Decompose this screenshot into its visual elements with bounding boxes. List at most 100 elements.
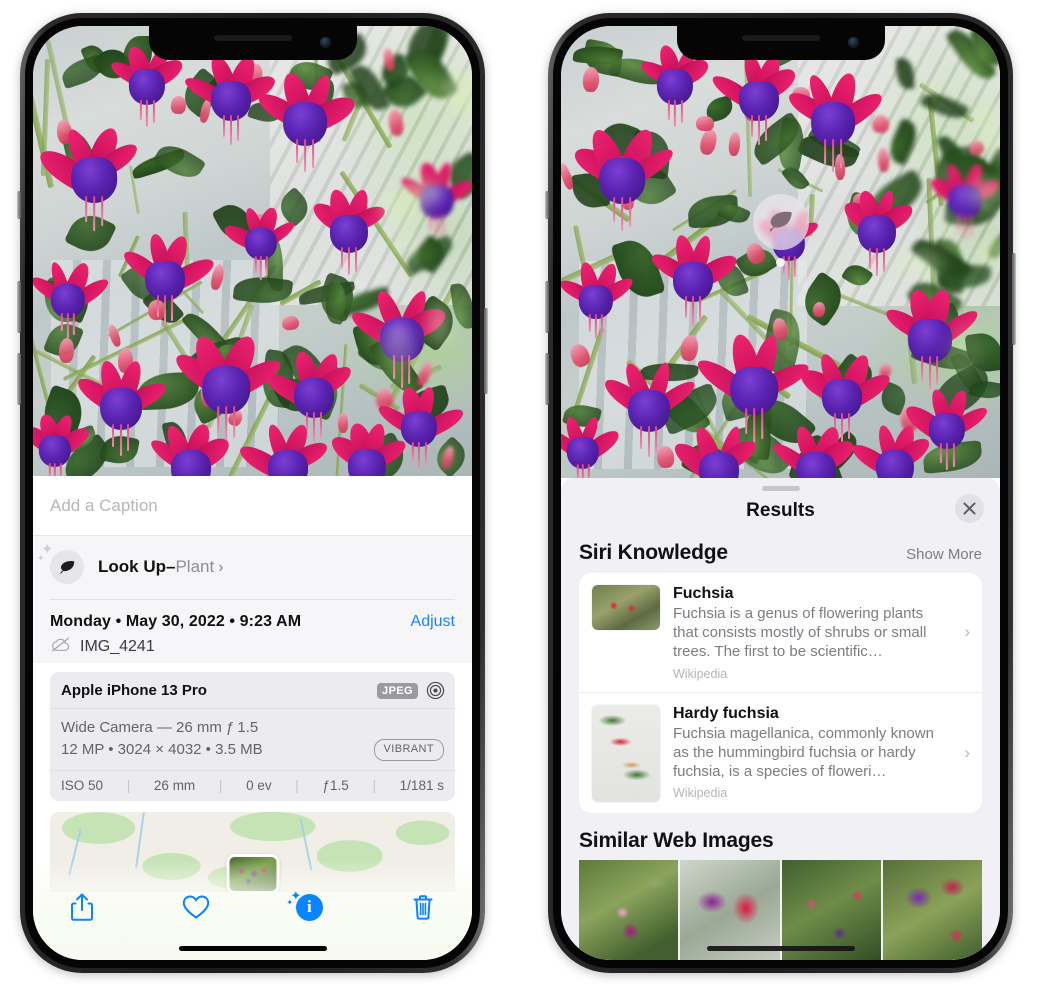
fuchsia-web-image-3[interactable] [781,859,881,960]
earpiece-speaker [741,35,820,41]
visual-look-up-badge[interactable] [752,194,809,267]
power-button[interactable] [484,308,488,394]
display-notch [148,26,357,60]
bloom-stamens [163,295,166,325]
bloom-stamens [581,464,584,478]
bloom-stamens [595,313,598,340]
visual-look-up-anchor-dot [776,258,785,267]
photo-filename: IMG_4241 [80,638,155,655]
camera-info-card[interactable]: Apple iPhone 13 Pro JPEG Wide Camera — 2… [50,672,455,801]
results-title: Results [746,500,815,521]
bloom-stamens [229,115,232,145]
bloom-stamens [435,213,438,240]
bloom-stamens [348,246,351,276]
silent-switch[interactable] [17,191,21,219]
fuchsia-web-image-1[interactable] [579,859,679,960]
volume-up-button[interactable] [17,281,21,333]
bloom-stamens [750,115,753,138]
bloom-stamens [304,139,307,173]
camera-stats-row: ISO 50 | 26 mm | 0 ev | ƒ1.5 | 1/181 s [50,771,455,801]
fuchsia-bloom [570,125,678,232]
sparkle-icon-small: ✦ [37,553,45,563]
front-camera-icon [319,37,331,48]
left-iphone-device: Add a Caption ✦ ✦ Look Up–Plant › Monday… [17,13,488,973]
look-up-row[interactable]: ✦ ✦ Look Up–Plant › [37,536,455,599]
fuchsia-bloom [708,52,801,146]
bloom-stamens [946,443,949,471]
fuchsia-web-image-2[interactable] [680,859,780,960]
bloom-stamens [698,295,701,322]
bokeh-highlight [947,326,982,376]
power-button[interactable] [1012,253,1016,345]
bokeh-highlight [937,213,959,245]
list-item[interactable]: Hardy fuchsia Fuchsia magellanica, commo… [579,691,982,813]
bloom-stamens [824,139,827,164]
fuchsia-web-image-4[interactable] [882,859,982,960]
bloom-stamens [882,247,885,273]
right-iphone-device: Results Siri Knowledge Show More Fuchsia… [545,13,1016,973]
bloom-stamens [424,441,427,466]
bloom-stamens [869,247,872,269]
adjust-button[interactable]: Adjust [411,613,455,631]
camera-size-row: 12 MP • 3024 × 4032 • 3.5 MB VIBRANT [61,738,444,761]
chevron-right-icon: › [218,559,224,576]
show-more-button[interactable]: Show More [906,546,982,563]
camera-stat: ISO 50 [61,777,104,793]
camera-info-body: Wide Camera — 26 mm ƒ 1.5 12 MP • 3024 ×… [50,709,455,771]
silent-switch[interactable] [545,191,549,219]
aperture-icon [426,681,445,700]
photo-viewer[interactable] [561,26,1000,478]
fuchsia-bloom [648,233,741,326]
bloom-stamens [59,462,62,476]
stat-separator: | [372,777,376,793]
photo-metadata-block: Monday • May 30, 2022 • 9:23 AM Adjust I… [33,600,472,663]
fuchsia-bloom [33,412,93,476]
bloom-stamens [621,196,624,232]
bloom-stamens [101,196,104,227]
bloom-stamens [969,214,972,237]
stat-separator: | [218,777,223,793]
delete-button[interactable] [402,886,444,928]
right-phone-screen: Results Siri Knowledge Show More Fuchsia… [561,26,1000,960]
bokeh-highlight [967,177,1000,209]
bloom-stamens [127,424,130,452]
bloom-corolla [795,451,836,478]
camera-size-line: 12 MP • 3024 × 4032 • 3.5 MB [61,740,263,758]
volume-down-button[interactable] [545,353,549,405]
bloom-stamens [441,213,444,236]
bloom-stamens [655,425,658,453]
metadata-date-row: Monday • May 30, 2022 • 9:23 AM Adjust [50,613,455,631]
home-indicator[interactable] [178,946,327,951]
bloom-corolla [347,448,386,476]
fuchsia-bloom [785,70,887,173]
bloom-stamens [691,295,694,326]
bloom-corolla [171,450,212,476]
bloom-stamens [418,441,421,469]
favorite-button[interactable] [175,886,217,928]
leaf-icon [50,550,84,584]
bloom-stamens [222,115,225,137]
caption-input[interactable]: Add a Caption [33,476,472,536]
close-button[interactable] [955,494,984,523]
bloom-stamens [260,255,263,280]
volume-down-button[interactable] [17,353,21,405]
look-up-badge: ✦ ✦ [37,542,84,584]
list-item[interactable]: Fuchsia Fuchsia is a genus of flowering … [579,573,982,692]
result-source: Wikipedia [673,786,728,801]
bokeh-highlight [427,299,451,347]
bloom-stamens [311,139,314,168]
bloom-stamens [73,312,76,335]
chevron-right-icon: › [964,742,970,762]
photo-viewer[interactable] [33,26,472,476]
camera-header-tags: JPEG [377,681,445,700]
info-button[interactable]: ✦ ✦ i [286,886,330,928]
camera-info-header: Apple iPhone 13 Pro JPEG [50,672,455,709]
bloom-stamens [761,407,764,439]
share-button[interactable] [61,886,103,928]
bloom-corolla [699,451,740,478]
result-text: Hardy fuchsia Fuchsia magellanica, commo… [673,705,970,801]
volume-up-button[interactable] [545,281,549,333]
home-indicator[interactable] [706,946,855,951]
similar-web-images-strip[interactable] [561,859,1000,960]
left-phone-screen: Add a Caption ✦ ✦ Look Up–Plant › Monday… [33,26,472,960]
